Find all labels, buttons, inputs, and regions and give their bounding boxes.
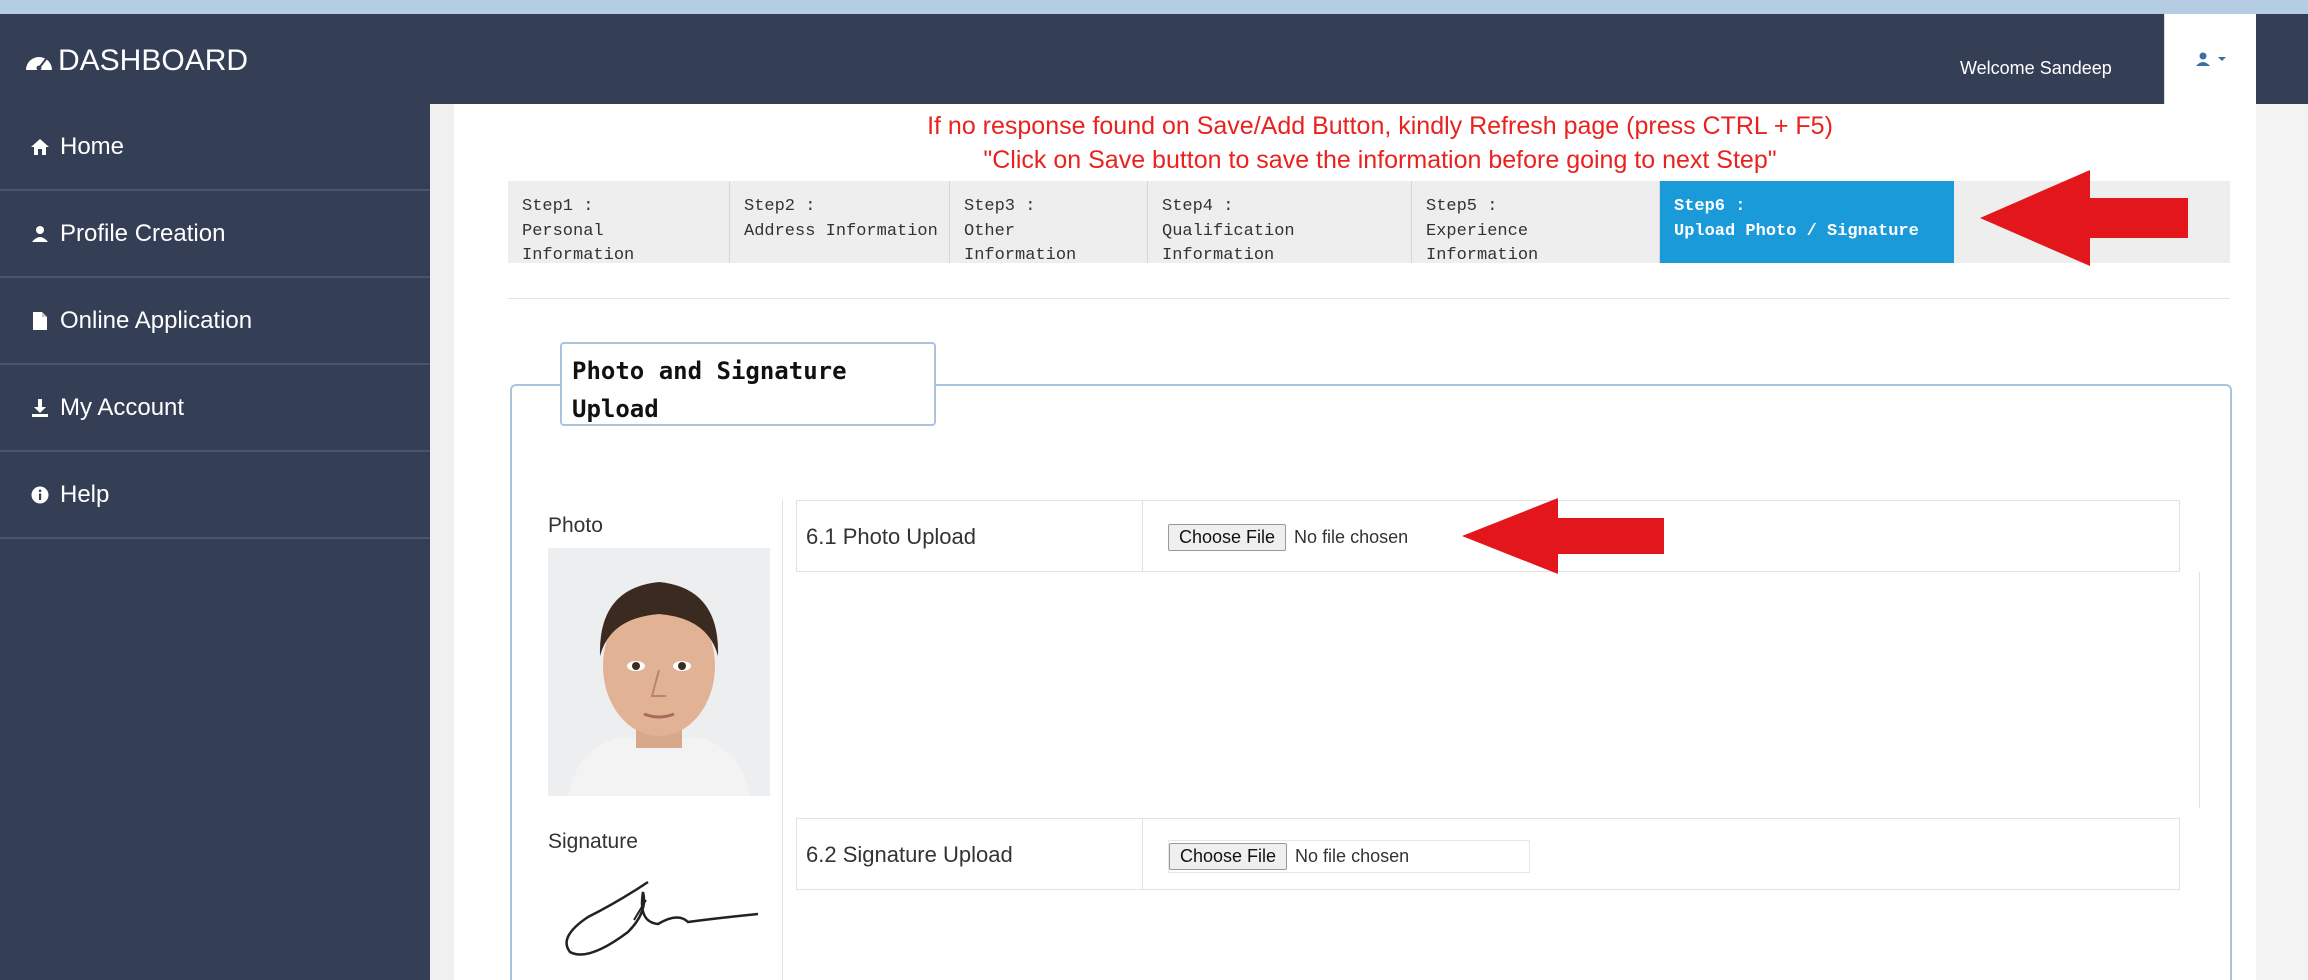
tab-step4[interactable]: Step4 : Qualification Information [1148,181,1412,265]
sidebar-item-help[interactable]: Help [0,452,430,539]
sidebar-item-label: Home [60,132,125,160]
file-icon [30,311,50,331]
row-divider [1142,818,1143,890]
arrow-pointer-icon [1462,498,1664,574]
info-icon [30,485,50,505]
content-right-strip [2256,104,2308,980]
fieldset-legend: Photo and Signature Upload [560,342,936,426]
step-number: Step6 : [1674,197,1746,216]
step-number: Step4 : [1162,197,1234,216]
sidebar-item-home[interactable]: Home [0,104,430,191]
row-divider [1142,500,1143,572]
photo-label: Photo [548,514,603,537]
signature-upload-label: 6.2 Signature Upload [806,842,1013,867]
photo-preview [548,548,770,796]
signature-image-icon [565,880,759,956]
caret-down-icon [2217,57,2226,61]
signature-file-input[interactable]: Choose File No file chosen [1168,840,1531,873]
tab-step3[interactable]: Step3 : Other Information [950,181,1148,265]
divider [508,298,2230,299]
step-name: Other Information [964,221,1077,266]
sidebar-item-label: Profile Creation [60,219,226,247]
step-name: Qualification Information [1162,221,1295,266]
welcome-text: Welcome Sandeep [1960,58,2112,78]
sidebar-item-profile-creation[interactable]: Profile Creation [0,191,430,278]
sidebar-item-online-application[interactable]: Online Application [0,278,430,365]
tab-step5[interactable]: Step5 : Experience Information [1412,181,1660,265]
content-left-strip [430,104,454,980]
user-icon [2195,52,2210,66]
photo-file-input[interactable]: Choose File No file chosen [1168,524,1408,551]
step-number: Step3 : [964,197,1036,216]
arrow-pointer-icon [1980,170,2188,266]
tab-step1[interactable]: Step1 : Personal Information [508,181,730,265]
photo-row-body [1580,572,2200,808]
sidebar-item-label: Help [60,480,110,508]
choose-file-button[interactable]: Choose File [1169,843,1288,870]
brand-label: DASHBOARD [58,44,249,77]
refresh-notice: If no response found on Save/Add Button,… [927,112,1833,140]
step-number: Step5 : [1426,197,1498,216]
home-icon [30,137,50,157]
step-number: Step1 : [522,197,594,216]
sidebar-item-my-account[interactable]: My Account [0,365,430,452]
tab-step6[interactable]: Step6 : Upload Photo / Signature [1660,181,1954,263]
column-divider [782,500,783,980]
step-name: Personal Information [522,221,635,266]
user-icon [30,224,50,244]
step-tabs: Step1 : Personal Information Step2 : Add… [508,181,2230,265]
browser-top-strip [0,0,2308,14]
file-status: No file chosen [1294,527,1409,547]
signature-label: Signature [548,830,638,853]
person-photo-icon [548,548,770,796]
tab-step2[interactable]: Step2 : Address Information [730,181,950,263]
file-status: No file chosen [1295,846,1410,866]
sidebar-item-label: Online Application [60,306,253,334]
photo-upload-label: 6.1 Photo Upload [806,524,977,549]
step-name: Address Information [744,221,938,241]
signature-preview [548,862,770,972]
choose-file-button[interactable]: Choose File [1168,524,1287,551]
top-navbar: DASHBOARD Welcome Sandeep [0,14,2308,104]
legend-line: Upload [572,395,659,423]
dashboard-icon [26,57,52,71]
user-menu-button[interactable] [2164,14,2256,104]
step-number: Step2 : [744,197,816,216]
brand[interactable]: DASHBOARD [24,44,248,78]
step-name: Upload Photo / Signature [1674,221,1919,241]
download-icon [30,398,50,418]
step-name: Experience Information [1426,221,1539,266]
legend-line: Photo and Signature [572,357,847,385]
sidebar: Home Profile Creation Online Application… [0,104,430,980]
sidebar-item-label: My Account [60,393,185,421]
